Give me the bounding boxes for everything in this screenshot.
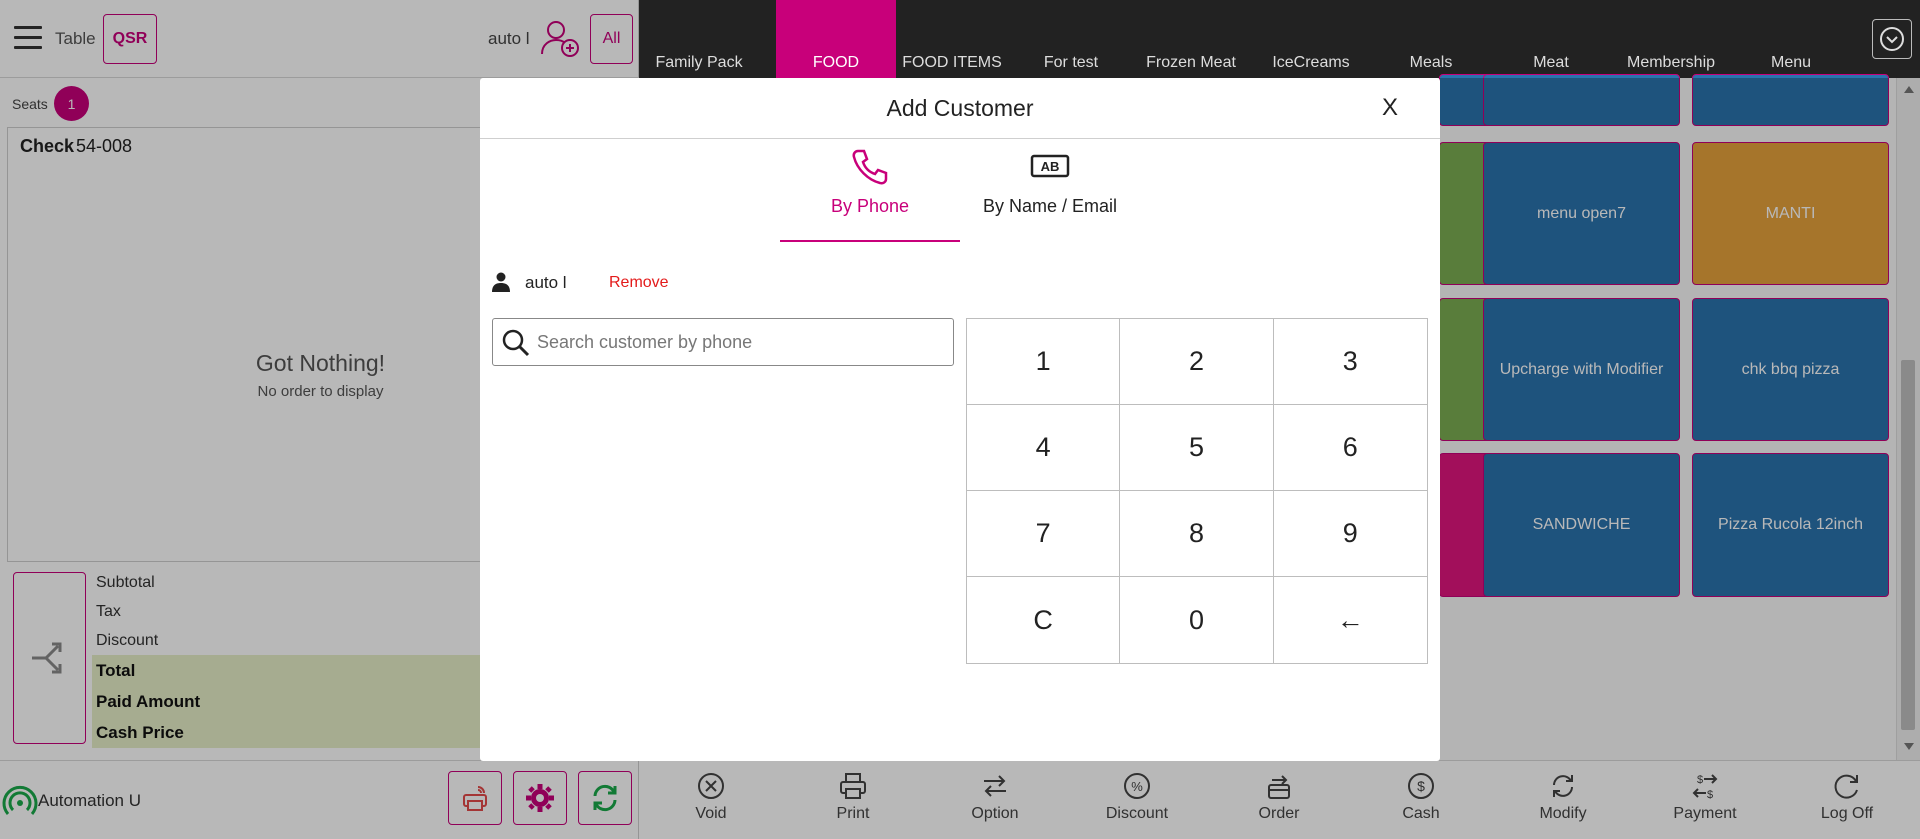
keypad-key-4[interactable]: 4: [967, 405, 1121, 491]
category-tab-for-test[interactable]: For test: [1011, 0, 1131, 78]
person-icon: [492, 272, 510, 292]
name-card-icon-text: AB: [1041, 159, 1060, 174]
phone-search-field[interactable]: [492, 318, 954, 366]
dialog-title: Add Customer: [886, 95, 1034, 121]
keypad-key-7[interactable]: 7: [967, 491, 1121, 577]
tab-by-name-email-label: By Name / Email: [982, 196, 1118, 216]
keypad-key-clear[interactable]: C: [967, 577, 1121, 663]
modal-backdrop[interactable]: [0, 760, 1920, 839]
add-customer-dialog: Add Customer X By Phone AB By Name / Ema…: [480, 78, 1440, 761]
category-tab-meat[interactable]: Meat: [1491, 0, 1611, 78]
selected-customer-name: auto l: [525, 273, 567, 292]
keypad-key-5[interactable]: 5: [1120, 405, 1274, 491]
tab-by-phone-label: By Phone: [830, 196, 910, 216]
category-tab-membership[interactable]: Membership: [1611, 0, 1731, 78]
category-tab-food-items[interactable]: FOOD ITEMS: [892, 0, 1012, 78]
name-card-icon: AB: [1030, 154, 1070, 178]
search-icon: [502, 329, 530, 357]
keypad-key-2[interactable]: 2: [1120, 319, 1274, 405]
remove-customer-link[interactable]: Remove: [609, 274, 669, 292]
close-button[interactable]: X: [1370, 94, 1410, 124]
tab-by-phone[interactable]: By Phone: [780, 146, 960, 242]
category-tab-family-pack[interactable]: Family Pack: [639, 0, 759, 78]
chevron-down-circle-icon: [1880, 27, 1904, 51]
keypad-key-backspace[interactable]: ←: [1273, 577, 1427, 663]
keypad-key-9[interactable]: 9: [1273, 491, 1427, 577]
keypad-key-0[interactable]: 0: [1120, 577, 1274, 663]
keypad-key-1[interactable]: 1: [967, 319, 1121, 405]
tab-by-name-email[interactable]: AB By Name / Email: [960, 146, 1140, 242]
phone-search-input[interactable]: [537, 327, 942, 357]
keypad-key-6[interactable]: 6: [1273, 405, 1427, 491]
dialog-divider: [480, 138, 1440, 139]
keypad-key-3[interactable]: 3: [1273, 319, 1427, 405]
category-tab-menu[interactable]: Menu: [1731, 0, 1851, 78]
keypad-key-8[interactable]: 8: [1120, 491, 1274, 577]
category-tab-meals[interactable]: Meals: [1371, 0, 1491, 78]
category-bar: Family Pack FOOD FOOD ITEMS For test Fro…: [639, 0, 1920, 78]
modal-backdrop[interactable]: [0, 0, 639, 78]
numeric-keypad: 1 2 3 4 5 6 7 8 9 C 0 ←: [966, 318, 1428, 664]
category-tab-icecreams[interactable]: IceCreams: [1251, 0, 1371, 78]
category-tab-food[interactable]: FOOD: [776, 0, 896, 78]
category-expand-button[interactable]: [1872, 19, 1912, 59]
category-tab-frozen-meat[interactable]: Frozen Meat: [1131, 0, 1251, 78]
phone-icon: [852, 149, 888, 185]
